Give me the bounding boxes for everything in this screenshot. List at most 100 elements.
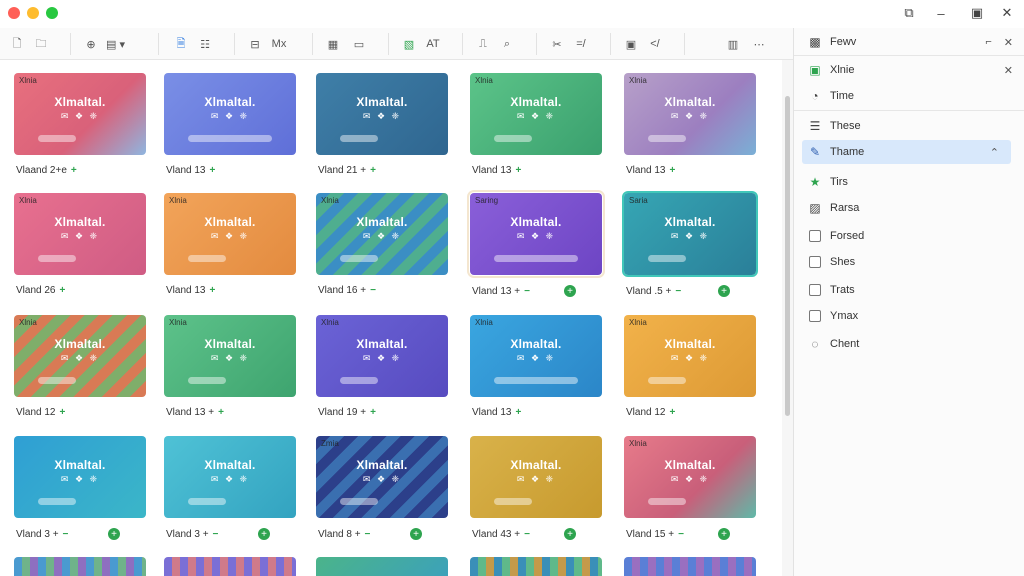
plus-icon[interactable]: − <box>524 529 530 540</box>
document-icon[interactable]: 🗎 <box>172 34 190 54</box>
checkbox[interactable] <box>806 307 824 325</box>
scrollbar-thumb[interactable] <box>785 96 790 416</box>
theme-tile[interactable]: Xlnia Xlmaltal. ✉ ❖ ❈ <box>624 436 756 518</box>
plus-icon[interactable]: + <box>59 407 65 418</box>
panel-item-forsed[interactable]: Forsed <box>794 224 1024 248</box>
theme-tile[interactable]: Xlnia Xlmaltal. ✉ ❖ ❈ <box>164 315 296 397</box>
panel-item-time[interactable]: ◔ Time <box>794 84 1024 108</box>
zoom-window-button[interactable] <box>46 7 58 19</box>
plus-icon[interactable]: + <box>209 165 215 176</box>
close-icon[interactable]: ✕ <box>1004 64 1013 77</box>
plus-icon[interactable]: + <box>209 285 215 296</box>
theme-tile[interactable]: Xlnia Xlmaltal. ✉ ❖ ❈ <box>14 315 146 397</box>
theme-tile[interactable] <box>316 557 448 576</box>
plus-icon[interactable]: − <box>675 286 681 297</box>
theme-tile[interactable]: Xlnia Xlmaltal. ✉ ❖ ❈ <box>470 73 602 155</box>
theme-tile[interactable]: Xlmaltal. ✉ ❖ ❈ <box>470 436 602 518</box>
folder-icon[interactable]: ▭ <box>350 34 368 54</box>
add-circle-icon[interactable]: + <box>718 528 730 540</box>
plus-icon[interactable]: − <box>524 286 530 297</box>
panel-item-chent[interactable]: ◌ Chent <box>794 332 1024 356</box>
plus-icon[interactable]: + <box>59 285 65 296</box>
chevron-up-icon[interactable]: ⌃ <box>990 146 999 159</box>
clipboard-icon[interactable]: ▣ <box>966 4 988 22</box>
align-icon[interactable]: ⊟ <box>246 34 264 54</box>
theme-tile[interactable]: Xlnia Xlmaltal. ✉ ❖ ❈ <box>14 193 146 275</box>
panel-item-rarsa[interactable]: ▨ Rarsa <box>794 196 1024 220</box>
add-circle-icon[interactable]: + <box>564 528 576 540</box>
panel-item-xlnie[interactable]: ▣ Xlnie ✕ <box>794 58 1024 82</box>
table-icon[interactable]: ▦ <box>324 34 342 54</box>
panel-close-icon[interactable]: ✕ <box>1004 36 1013 49</box>
plus-icon[interactable]: + <box>515 165 521 176</box>
files-icon[interactable]: 🗀 <box>32 34 50 54</box>
plus-icon[interactable]: + <box>370 407 376 418</box>
close-icon[interactable]: ✕ <box>996 4 1018 22</box>
theme-tile[interactable]: Saria Xlmaltal. ✉ ❖ ❈ <box>622 191 758 277</box>
theme-tile[interactable] <box>470 557 602 576</box>
theme-tile[interactable]: Xlnia Xlmaltal. ✉ ❖ ❈ <box>624 315 756 397</box>
add-circle-icon[interactable]: + <box>108 528 120 540</box>
share-icon[interactable]: ⧉ <box>898 4 920 22</box>
list-view-icon[interactable]: ☷ <box>196 34 214 54</box>
add-circle-icon[interactable]: + <box>258 528 270 540</box>
code-button[interactable]: </ <box>646 34 664 54</box>
theme-tile[interactable]: Xlnia Xlmaltal. ✉ ❖ ❈ <box>470 315 602 397</box>
image-icon[interactable]: ▣ <box>622 34 640 54</box>
checkbox[interactable] <box>806 253 824 271</box>
panel-item-trats[interactable]: Trats <box>794 278 1024 302</box>
panel-item-these[interactable]: ☰ These <box>794 114 1024 138</box>
edit-button[interactable]: =/ <box>572 34 590 54</box>
add-icon[interactable]: ⊕ <box>82 34 100 54</box>
plus-icon[interactable]: + <box>669 407 675 418</box>
checkbox[interactable] <box>806 281 824 299</box>
add-circle-icon[interactable]: + <box>410 528 422 540</box>
panel-item-shes[interactable]: Shes <box>794 250 1024 274</box>
theme-tile[interactable]: Xlmaltal. ✉ ❖ ❈ <box>14 436 146 518</box>
format-button[interactable]: Mx <box>270 34 288 54</box>
plus-icon[interactable]: − <box>678 529 684 540</box>
checkbox[interactable] <box>806 227 824 245</box>
minimize-window-button[interactable] <box>27 7 39 19</box>
new-file-icon[interactable]: 🗋 <box>8 34 26 54</box>
close-window-button[interactable] <box>8 7 20 19</box>
theme-tile[interactable]: Xlnia Xlmaltal. ✉ ❖ ❈ <box>316 315 448 397</box>
panel-item-ymax[interactable]: Ymax <box>794 304 1024 328</box>
plus-icon[interactable]: + <box>218 407 224 418</box>
plus-icon[interactable]: − <box>63 529 69 540</box>
theme-tile[interactable]: Zmia Xlmaltal. ✉ ❖ ❈ <box>316 436 448 518</box>
theme-tile[interactable]: Xlnia Xlmaltal. ✉ ❖ ❈ <box>624 73 756 155</box>
expand-icon[interactable]: ⌐ <box>985 36 991 48</box>
panel-toggle-icon[interactable]: ▥ <box>724 34 742 54</box>
plus-icon[interactable]: + <box>515 407 521 418</box>
theme-tile[interactable] <box>624 557 756 576</box>
theme-tile[interactable]: Xlnia Xlmaltal. ✉ ❖ ❈ <box>164 193 296 275</box>
theme-tile[interactable]: Xlnia Xlmaltal. ✉ ❖ ❈ <box>316 193 448 275</box>
more-icon[interactable]: ⋯ <box>750 34 768 54</box>
add-circle-icon[interactable]: + <box>564 285 576 297</box>
layout-dropdown[interactable]: ▤ ▾ <box>106 34 125 54</box>
theme-tile[interactable]: Saring Xlmaltal. ✉ ❖ ❈ <box>467 190 605 278</box>
plus-icon[interactable]: − <box>213 529 219 540</box>
panel-item-tirs[interactable]: ★ Tirs <box>794 170 1024 194</box>
theme-tile[interactable] <box>14 557 146 576</box>
theme-tile[interactable]: Xlmaltal. ✉ ❖ ❈ <box>164 73 296 155</box>
vertical-scrollbar[interactable] <box>782 60 793 576</box>
add-circle-icon[interactable]: + <box>718 285 730 297</box>
plus-icon[interactable]: − <box>365 529 371 540</box>
zoom-icon[interactable]: ⌕ <box>498 34 516 54</box>
chart-icon[interactable]: ▧ <box>400 34 418 54</box>
plus-icon[interactable]: + <box>71 165 77 176</box>
minimize-icon[interactable]: – <box>930 4 952 22</box>
tab-icon[interactable]: ⎍ <box>474 34 492 54</box>
theme-tile[interactable] <box>164 557 296 576</box>
theme-tile[interactable]: Xlmaltal. ✉ ❖ ❈ <box>316 73 448 155</box>
plus-icon[interactable]: + <box>370 165 376 176</box>
text-style-button[interactable]: AT <box>424 34 442 54</box>
theme-tile[interactable]: Xlnia Xlmaltal. ✉ ❖ ❈ <box>14 73 146 155</box>
plus-icon[interactable]: + <box>669 165 675 176</box>
panel-item-thame[interactable]: ✎ Thame ⌃ <box>802 140 1011 164</box>
plus-icon[interactable]: − <box>370 285 376 296</box>
theme-tile[interactable]: Xlmaltal. ✉ ❖ ❈ <box>164 436 296 518</box>
cut-icon[interactable]: ✂ <box>548 34 566 54</box>
